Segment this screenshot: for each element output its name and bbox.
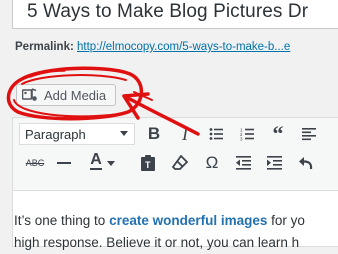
blockquote-icon[interactable]: “ — [268, 121, 288, 146]
increase-indent-icon[interactable] — [265, 152, 283, 174]
media-icon — [22, 88, 37, 101]
svg-text:T: T — [145, 160, 151, 170]
permalink-link[interactable]: http://elmocopy.com/5-ways-to-make-b...e — [77, 41, 290, 53]
post-content[interactable]: It’s one thing to create wonderful image… — [14, 210, 305, 254]
editor-toolbar: Paragraph B I 123 “ ABC A T Ω — [13, 118, 338, 191]
post-title-field[interactable]: 5 Ways to Make Blog Pictures Dr — [12, 0, 338, 29]
clear-formatting-icon[interactable] — [171, 152, 189, 174]
bulleted-list-icon[interactable] — [206, 123, 226, 145]
numbered-list-icon[interactable]: 123 — [237, 123, 257, 145]
align-left-icon[interactable] — [299, 123, 319, 145]
undo-icon[interactable] — [297, 152, 315, 174]
add-media-button[interactable]: Add Media — [16, 84, 116, 106]
content-line-1-after: for yo — [267, 213, 305, 228]
decrease-indent-icon[interactable] — [234, 152, 252, 174]
content-link[interactable]: create wonderful images — [109, 213, 267, 228]
content-line-1: It’s one thing to create wonderful image… — [14, 210, 305, 232]
format-select-value: Paragraph — [25, 127, 86, 142]
add-media-label: Add Media — [44, 88, 107, 103]
special-character-icon[interactable]: Ω — [203, 152, 221, 174]
permalink-label: Permalink: — [15, 41, 74, 53]
strikethrough-icon[interactable]: ABC — [23, 152, 47, 174]
content-line-2: high response. Believe it or not, you ca… — [14, 235, 300, 250]
chevron-down-icon — [120, 131, 128, 136]
format-select[interactable]: Paragraph — [19, 123, 135, 145]
permalink-row: Permalink: http://elmocopy.com/5-ways-to… — [15, 41, 290, 53]
content-line-1-before: It’s one thing to — [14, 213, 110, 228]
paste-as-text-icon[interactable]: T — [139, 152, 157, 174]
italic-icon[interactable]: I — [175, 123, 195, 145]
svg-text:3: 3 — [240, 137, 243, 142]
text-color-dropdown-icon[interactable] — [105, 152, 117, 174]
bold-icon[interactable]: B — [144, 123, 164, 145]
horizontal-line-icon[interactable] — [55, 152, 73, 174]
post-title-text: 5 Ways to Make Blog Pictures Dr — [27, 1, 309, 22]
text-color-icon[interactable]: A — [87, 150, 105, 172]
